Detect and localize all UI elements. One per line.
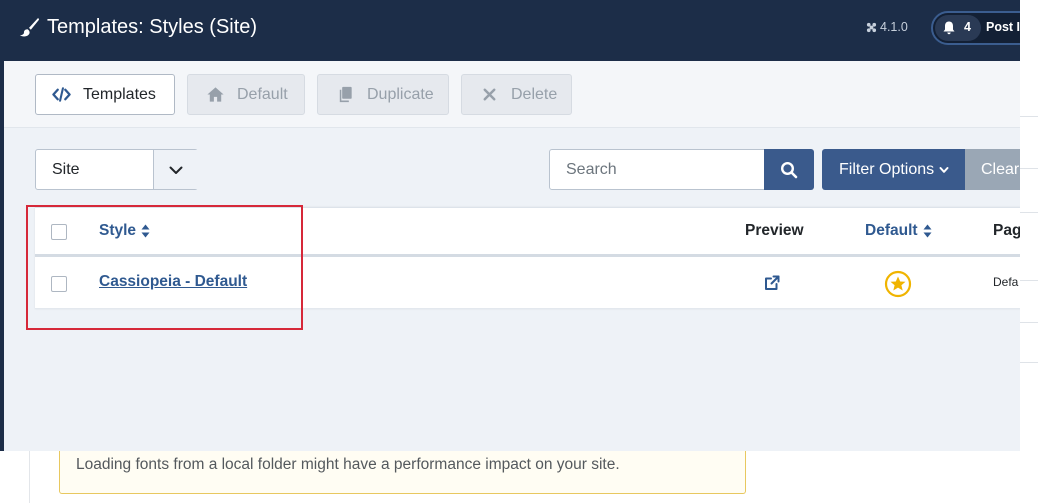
- page-title: Templates: Styles (Site): [47, 16, 258, 38]
- toolbar: Templates Default Duplicate Delete: [4, 61, 1020, 128]
- header-bar: Templates: Styles (Site) 4.1.0 4 Post In: [0, 0, 1020, 61]
- clear-button-label: Clear: [981, 160, 1020, 178]
- code-icon: [52, 87, 71, 102]
- search-icon: [780, 161, 798, 179]
- sort-icon: [923, 224, 932, 238]
- background-dividers: [1020, 0, 1038, 503]
- default-button[interactable]: Default: [187, 74, 305, 115]
- star-icon[interactable]: [884, 270, 912, 298]
- duplicate-button-label: Duplicate: [367, 85, 434, 103]
- column-header-pages: Pag: [993, 222, 1020, 239]
- alert-text: Loading fonts from a local folder might …: [76, 456, 620, 473]
- clear-button[interactable]: Clear: [965, 149, 1020, 190]
- filter-options-button[interactable]: Filter Options: [822, 149, 965, 190]
- client-select[interactable]: Site: [35, 149, 198, 190]
- search-button[interactable]: [764, 149, 814, 190]
- font-performance-alert: Loading fonts from a local folder might …: [59, 449, 746, 494]
- version-indicator: 4.1.0: [866, 20, 908, 34]
- copy-icon: [339, 86, 352, 103]
- templates-button[interactable]: Templates: [35, 74, 175, 115]
- chevron-down-icon: [169, 166, 183, 174]
- delete-button[interactable]: Delete: [461, 74, 572, 115]
- pages-value: Defa: [993, 275, 1019, 289]
- joomla-logo-icon: [866, 22, 877, 32]
- notification-count: 4: [964, 20, 971, 34]
- close-icon: [483, 88, 496, 101]
- caret-down-icon: [939, 166, 949, 173]
- duplicate-button[interactable]: Duplicate: [317, 74, 449, 115]
- external-link-icon[interactable]: [764, 275, 780, 291]
- notifications-button[interactable]: 4: [935, 15, 981, 41]
- search-input[interactable]: [549, 149, 765, 190]
- home-icon: [207, 87, 224, 102]
- templates-styles-window: Templates: Styles (Site) 4.1.0 4 Post In: [0, 0, 1020, 451]
- version-text: 4.1.0: [880, 20, 908, 34]
- templates-button-label: Templates: [83, 85, 156, 103]
- post-installation-label[interactable]: Post In: [986, 20, 1020, 34]
- background-divider: [29, 449, 30, 503]
- delete-button-label: Delete: [511, 85, 558, 103]
- annotation-highlight-box: [26, 205, 303, 330]
- filter-options-label: Filter Options: [839, 160, 935, 178]
- paint-brush-icon: [19, 17, 40, 37]
- column-header-default-label: Default: [865, 222, 918, 239]
- bell-icon: [943, 21, 955, 35]
- column-header-preview: Preview: [745, 222, 804, 239]
- default-button-label: Default: [237, 85, 288, 103]
- client-select-toggle[interactable]: [153, 150, 198, 189]
- column-header-default[interactable]: Default: [865, 222, 932, 240]
- client-select-value: Site: [52, 161, 80, 178]
